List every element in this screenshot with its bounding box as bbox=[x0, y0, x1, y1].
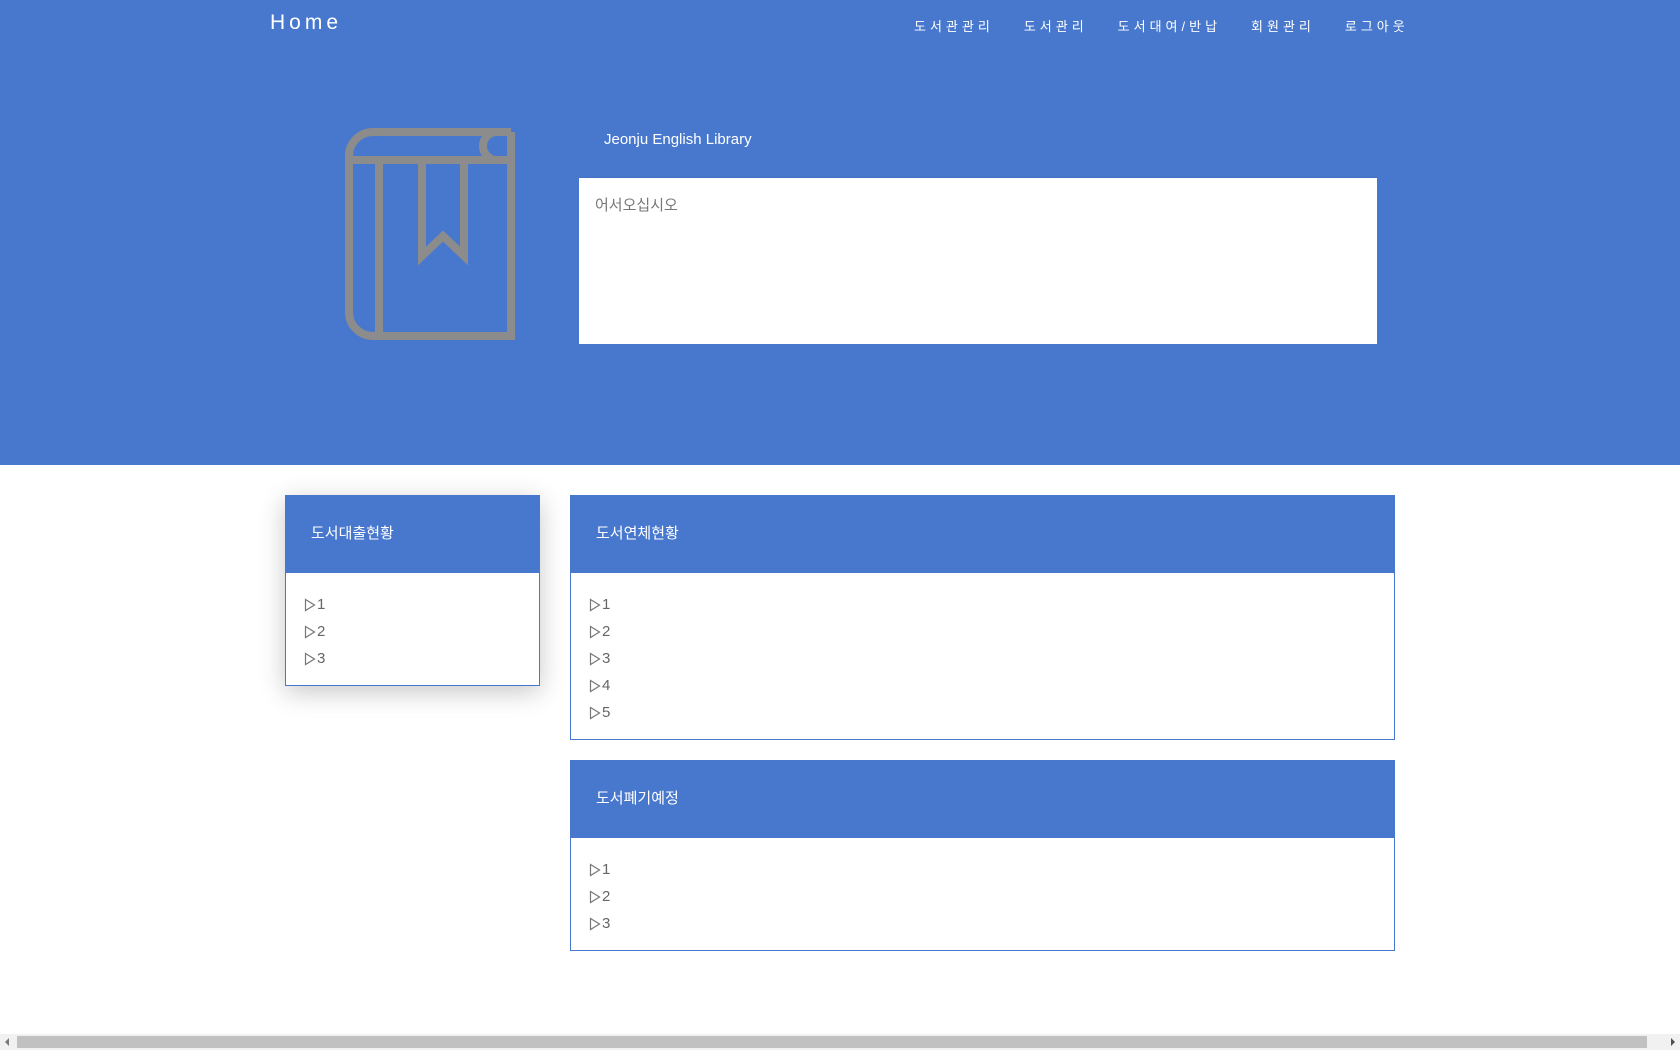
nav-logout[interactable]: 로그아웃 bbox=[1345, 16, 1409, 35]
list-item[interactable]: 2 bbox=[589, 883, 1394, 910]
home-link[interactable]: Home bbox=[270, 11, 342, 35]
main-nav: 도서관관리 도서관리 도서대여/반납 회원관리 로그아웃 bbox=[914, 16, 1409, 35]
triangle-right-icon bbox=[589, 624, 601, 639]
triangle-right-icon bbox=[589, 889, 601, 904]
list-item[interactable]: 3 bbox=[589, 645, 1394, 672]
list-item-label: 3 bbox=[317, 650, 326, 667]
list-item-label: 2 bbox=[317, 623, 326, 640]
list-item-label: 1 bbox=[602, 861, 611, 878]
triangle-right-icon bbox=[304, 651, 316, 666]
horizontal-scrollbar[interactable] bbox=[0, 1034, 1680, 1050]
nav-member-management[interactable]: 회원관리 bbox=[1251, 16, 1315, 35]
list-item[interactable]: 5 bbox=[589, 699, 1394, 726]
nav-book-management[interactable]: 도서관리 bbox=[1024, 16, 1088, 35]
list-item[interactable]: 3 bbox=[589, 910, 1394, 937]
list-item-label: 2 bbox=[602, 888, 611, 905]
list-item[interactable]: 3 bbox=[304, 645, 539, 672]
list-item-label: 3 bbox=[602, 650, 611, 667]
triangle-right-icon bbox=[304, 597, 316, 612]
welcome-card-title: Jeonju English Library bbox=[579, 104, 1377, 178]
triangle-right-icon bbox=[589, 916, 601, 931]
list-item-label: 4 bbox=[602, 677, 611, 694]
list-item-label: 1 bbox=[602, 596, 611, 613]
list-item[interactable]: 1 bbox=[589, 856, 1394, 883]
disposal-schedule-panel: 도서폐기예정 1 2 3 bbox=[570, 760, 1395, 951]
welcome-message: 어서오십시오 bbox=[595, 197, 678, 214]
panel-title: 도서폐기예정 bbox=[570, 760, 1395, 838]
list-item[interactable]: 4 bbox=[589, 672, 1394, 699]
list-item[interactable]: 1 bbox=[304, 591, 539, 618]
panel-title: 도서연체현황 bbox=[570, 495, 1395, 573]
loan-list: 1 2 3 bbox=[286, 573, 539, 672]
list-item[interactable]: 1 bbox=[589, 591, 1394, 618]
overdue-status-panel: 도서연체현황 1 2 3 4 5 bbox=[570, 495, 1395, 740]
list-item-label: 2 bbox=[602, 623, 611, 640]
scroll-left-arrow-icon[interactable] bbox=[5, 1038, 9, 1046]
welcome-card: Jeonju English Library 어서오십시오 bbox=[579, 104, 1377, 344]
triangle-right-icon bbox=[304, 624, 316, 639]
disposal-list: 1 2 3 bbox=[571, 838, 1394, 937]
triangle-right-icon bbox=[589, 705, 601, 720]
overdue-list: 1 2 3 4 5 bbox=[571, 573, 1394, 726]
scrollbar-thumb[interactable] bbox=[17, 1036, 1647, 1048]
triangle-right-icon bbox=[589, 678, 601, 693]
triangle-right-icon bbox=[589, 862, 601, 877]
panel-title: 도서대출현황 bbox=[285, 495, 540, 573]
list-item-label: 1 bbox=[317, 596, 326, 613]
nav-rental-return[interactable]: 도서대여/반납 bbox=[1118, 16, 1221, 35]
loan-status-panel: 도서대출현황 1 2 3 bbox=[285, 495, 540, 686]
hero-banner: Home 도서관관리 도서관리 도서대여/반납 회원관리 로그아웃 Jeonju… bbox=[0, 0, 1680, 465]
list-item[interactable]: 2 bbox=[304, 618, 539, 645]
list-item-label: 3 bbox=[602, 915, 611, 932]
list-item[interactable]: 2 bbox=[589, 618, 1394, 645]
scroll-right-arrow-icon[interactable] bbox=[1671, 1038, 1675, 1046]
nav-library-management[interactable]: 도서관관리 bbox=[914, 16, 994, 35]
triangle-right-icon bbox=[589, 597, 601, 612]
triangle-right-icon bbox=[589, 651, 601, 666]
book-bookmark-icon bbox=[345, 128, 515, 340]
list-item-label: 5 bbox=[602, 704, 611, 721]
